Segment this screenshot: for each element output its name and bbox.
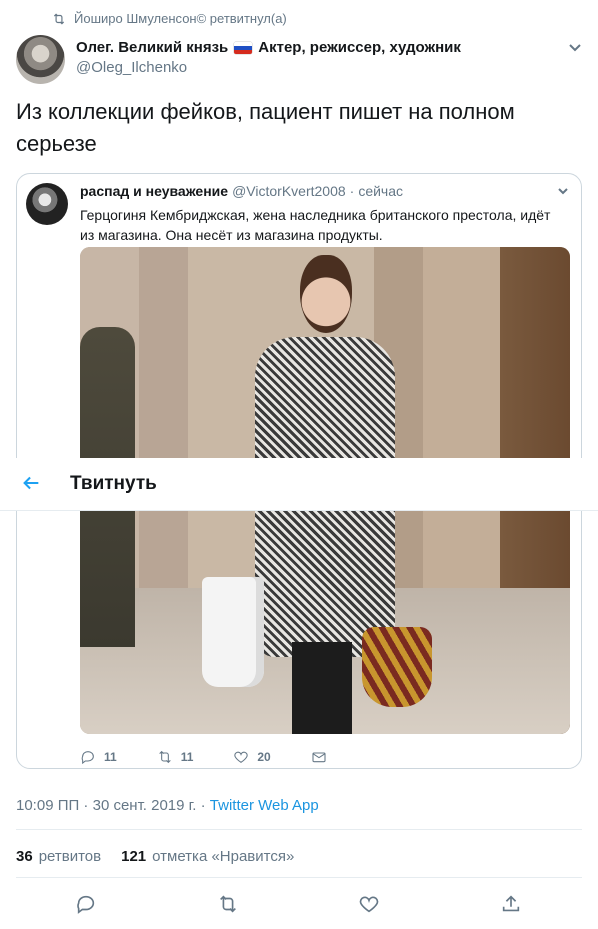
quoted-like-button[interactable]: 20 — [233, 749, 271, 765]
likes-count: 121 — [121, 848, 147, 865]
compose-header-bar: Твитнуть — [0, 458, 598, 511]
russia-flag-icon — [234, 41, 253, 54]
quoted-menu-chevron-icon[interactable] — [557, 184, 569, 202]
envelope-icon — [312, 752, 326, 763]
avatar[interactable] — [16, 35, 65, 84]
retweeted-banner[interactable]: Йоширо Шмуленсон© ретвитнул(а) — [52, 11, 287, 26]
quoted-retweet-button[interactable]: 11 — [157, 749, 194, 765]
tweet-text: Из коллекции фейков, пациент пишет на по… — [16, 99, 515, 156]
retweet-button[interactable] — [217, 893, 241, 917]
retweet-icon — [53, 13, 65, 24]
quoted-text: Герцогиня Кембриджская, жена наследника … — [80, 207, 551, 243]
photo-woman-legs — [292, 642, 352, 734]
share-button[interactable] — [500, 893, 524, 917]
tweet-actions — [0, 893, 598, 919]
retweet-icon — [220, 895, 236, 913]
quoted-actions: 11 11 20 — [80, 749, 367, 765]
author-name-part2: Актер, режиссер, художник — [258, 39, 461, 56]
tweet-menu-chevron-icon[interactable] — [568, 40, 582, 54]
quoted-time[interactable]: сейчас — [358, 183, 403, 199]
photo-net-bag — [362, 627, 432, 707]
reply-icon — [77, 895, 95, 914]
tweet-source[interactable]: Twitter Web App — [210, 797, 319, 814]
likes-label: отметка «Нравится» — [152, 848, 295, 865]
like-button[interactable] — [358, 893, 382, 917]
tweet-stats: 36 ретвитов 121 отметка «Нравится» — [16, 848, 294, 865]
quoted-dm-button[interactable] — [311, 749, 327, 765]
quoted-retweet-count: 11 — [180, 750, 194, 764]
retweets-stat[interactable]: 36 ретвитов — [16, 848, 101, 865]
tweet-author[interactable]: Олег. Великий князь Актер, режиссер, худ… — [16, 35, 461, 84]
heart-icon — [359, 896, 379, 913]
retweets-label: ретвитов — [38, 848, 102, 865]
share-icon — [502, 895, 520, 912]
back-button[interactable] — [20, 472, 44, 496]
author-display-name[interactable]: Олег. Великий князь Актер, режиссер, худ… — [76, 39, 461, 56]
retweets-count: 36 — [16, 848, 33, 865]
tweet-meta: 10:09 ПП · 30 сент. 2019 г. · Twitter We… — [16, 797, 319, 814]
quoted-reply-button[interactable]: 11 — [80, 749, 117, 765]
quoted-like-count: 20 — [257, 750, 271, 764]
reply-icon — [81, 751, 94, 765]
arrow-left-icon — [23, 476, 39, 490]
photo-woman-head — [300, 255, 352, 333]
divider — [16, 829, 582, 830]
compose-header-title: Твитнуть — [70, 473, 157, 494]
divider — [16, 877, 582, 878]
quoted-avatar[interactable] — [26, 183, 68, 225]
quoted-separator: · — [349, 183, 355, 199]
quoted-name[interactable]: распад и неуважение — [80, 183, 228, 199]
retweeted-banner-text: Йоширо Шмуленсон© ретвитнул(а) — [74, 11, 287, 26]
likes-stat[interactable]: 121 отметка «Нравится» — [121, 848, 294, 865]
tweet-timestamp[interactable]: 10:09 ПП · 30 сент. 2019 г. · — [16, 797, 210, 814]
author-handle[interactable]: @Oleg_Ilchenko — [76, 59, 461, 76]
reply-button[interactable] — [75, 893, 99, 917]
quoted-handle[interactable]: @VictorKvert2008 — [232, 183, 346, 199]
author-name-part1: Олег. Великий князь — [76, 39, 229, 56]
retweet-icon — [158, 750, 171, 764]
quoted-reply-count: 11 — [104, 750, 117, 764]
photo-plastic-bag — [202, 577, 264, 687]
heart-icon — [234, 751, 249, 763]
